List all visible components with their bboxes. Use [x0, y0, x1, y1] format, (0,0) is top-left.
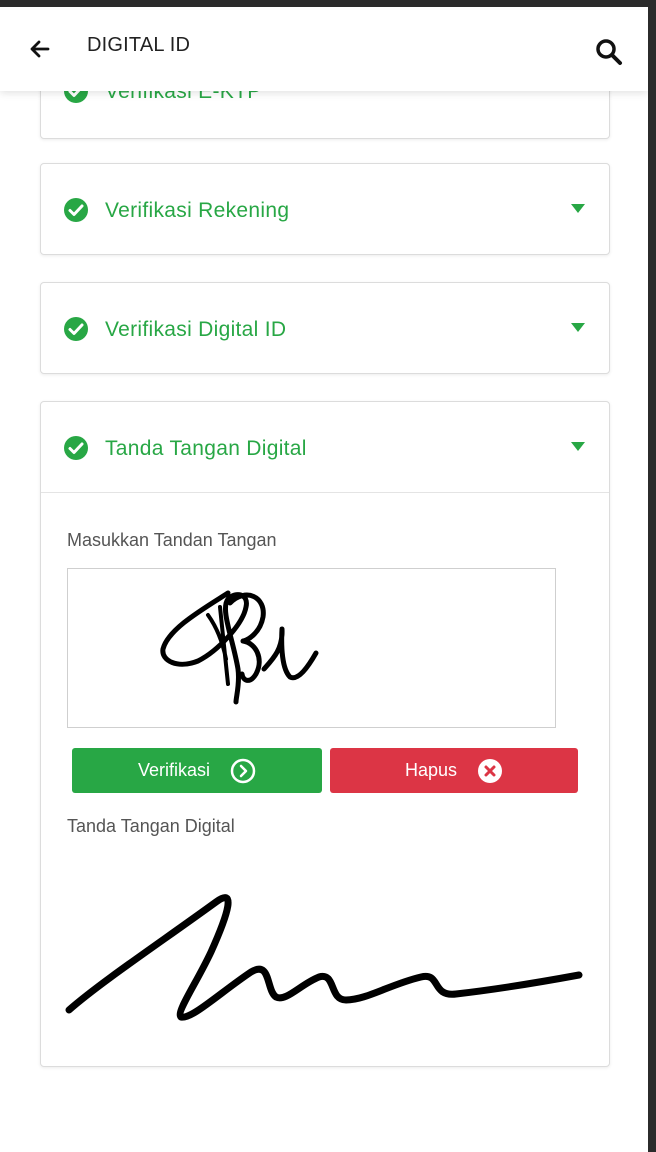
section-card-digital-id[interactable]: Verifikasi Digital ID	[40, 282, 610, 374]
check-circle-icon	[64, 198, 88, 222]
caret-down-icon[interactable]	[571, 323, 585, 332]
caret-down-icon[interactable]	[571, 204, 585, 213]
section-header-tanda-tangan[interactable]: Tanda Tangan Digital	[41, 402, 609, 492]
clear-button[interactable]: Hapus	[330, 748, 578, 793]
section-title-digital-id: Verifikasi Digital ID	[105, 318, 287, 341]
signature-input-label: Masukkan Tandan Tangan	[67, 530, 277, 550]
close-circle-icon	[478, 758, 503, 783]
section-header-digital-id[interactable]: Verifikasi Digital ID	[41, 283, 609, 373]
signature-drawing	[160, 590, 319, 705]
section-title-rekening: Verifikasi Rekening	[105, 199, 290, 222]
section-header-rekening[interactable]: Verifikasi Rekening	[41, 164, 609, 254]
signature-result-label: Tanda Tangan Digital	[67, 816, 235, 836]
search-icon[interactable]	[594, 37, 624, 67]
section-card-rekening[interactable]: Verifikasi Rekening	[40, 163, 610, 255]
signature-result-image	[65, 894, 583, 1021]
check-circle-icon	[64, 317, 88, 341]
check-circle-icon	[64, 436, 88, 460]
top-app-bar: DIGITAL ID	[0, 7, 648, 91]
page-title: DIGITAL ID	[87, 34, 191, 56]
caret-down-icon[interactable]	[571, 442, 585, 451]
clear-button-label: Hapus	[404, 760, 458, 780]
section-title-tanda-tangan: Tanda Tangan Digital	[105, 437, 307, 460]
section-divider	[41, 492, 609, 493]
arrow-left-icon[interactable]	[22, 31, 58, 67]
signature-pad[interactable]	[67, 568, 556, 728]
app-screen: Verifikasi E-KTP Verifikasi Rekening Ver…	[0, 7, 648, 1152]
verify-button[interactable]: Verifikasi	[72, 748, 322, 793]
verify-button-label: Verifikasi	[137, 760, 211, 780]
chevron-right-circle-icon	[230, 758, 256, 783]
section-card-tanda-tangan: Tanda Tangan Digital Masukkan Tandan Tan…	[40, 401, 610, 1067]
